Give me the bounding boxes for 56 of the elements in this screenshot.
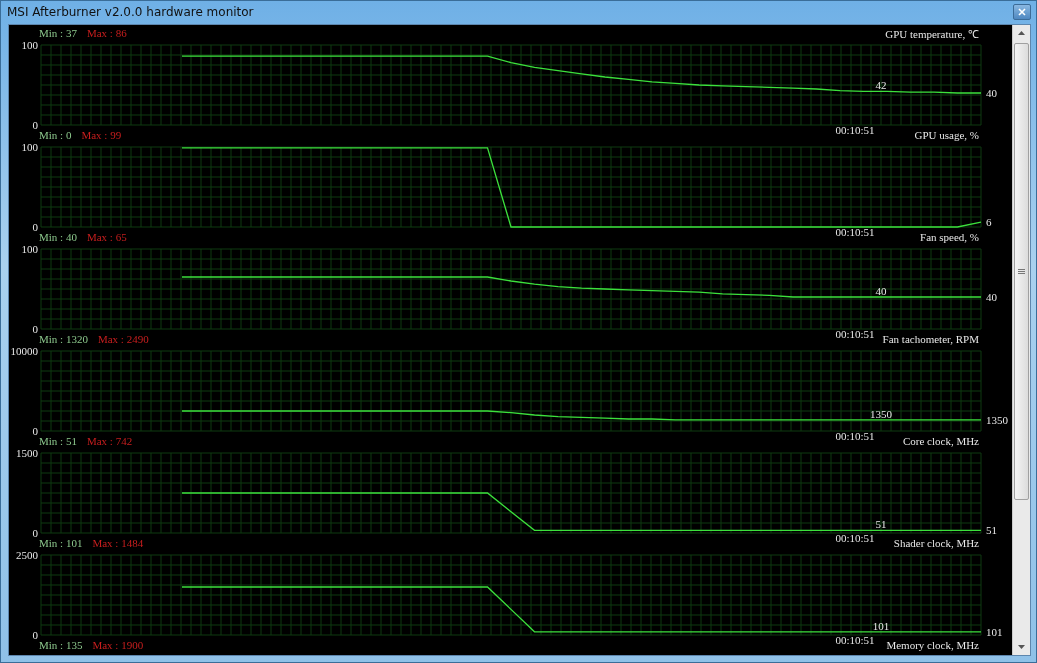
current-value: 101 — [986, 625, 1003, 638]
time-label: 00:10:51 — [835, 430, 875, 442]
scrollbar[interactable] — [1012, 25, 1030, 655]
max-value: Max : 2490 — [97, 333, 149, 345]
max-value: Max : 99 — [81, 129, 122, 141]
max-value: Max : 86 — [86, 27, 127, 39]
axis-label: 0 — [32, 527, 38, 539]
axis-label: 0 — [32, 629, 38, 641]
current-value: 1350 — [986, 413, 1008, 426]
min-value: Min : 40 — [39, 231, 77, 243]
axis-label: 0 — [32, 425, 38, 437]
close-button[interactable] — [1013, 4, 1031, 20]
time-label: 00:10:51 — [835, 124, 875, 136]
grip-icon — [1018, 268, 1025, 275]
value-label: 51 — [875, 518, 887, 531]
graph-title: Core clock, MHz — [902, 435, 979, 447]
graph-title: Shader clock, MHz — [893, 537, 979, 549]
graph-title: Memory clock, MHz — [886, 639, 979, 651]
max-value: Max : 742 — [86, 435, 133, 447]
axis-label: 10000 — [10, 345, 38, 357]
window-title: MSI Afterburner v2.0.0 hardware monitor — [7, 5, 255, 19]
close-icon — [1018, 8, 1026, 16]
min-value: Min : 1320 — [39, 333, 88, 345]
current-value: 40 — [986, 291, 997, 303]
min-value: Min : 37 — [39, 27, 77, 39]
min-value: Min : 101 — [39, 537, 83, 549]
max-value: Max : 65 — [86, 231, 127, 243]
min-value: Min : 51 — [39, 435, 77, 447]
max-value: Max : 1484 — [92, 537, 144, 549]
axis-label: 0 — [32, 119, 38, 131]
max-value: Max : 1900 — [92, 639, 144, 651]
value-label: 101 — [872, 619, 890, 632]
graph-title: Fan tachometer, RPM — [882, 333, 979, 345]
axis-label: 0 — [32, 323, 38, 335]
axis-label: 100 — [21, 243, 38, 255]
time-label: 00:10:51 — [835, 226, 875, 238]
graph-title: GPU temperature, ℃ — [885, 26, 979, 41]
value-label: 42 — [875, 79, 887, 92]
current-value: 40 — [986, 87, 997, 99]
min-value: Min : 0 — [39, 129, 72, 141]
current-value: 6 — [986, 216, 992, 229]
min-value: Min : 135 — [39, 639, 83, 651]
value-label: 1350 — [870, 407, 892, 420]
time-label: 00:10:51 — [835, 328, 875, 340]
axis-label: 100 — [21, 39, 38, 51]
axis-label: 1500 — [16, 447, 38, 459]
axis-label: 100 — [21, 141, 38, 153]
time-label: 00:10:51 — [835, 634, 875, 646]
axis-label: 0 — [32, 221, 38, 233]
value-label: 40 — [875, 285, 887, 297]
scroll-thumb[interactable] — [1014, 43, 1029, 500]
current-value: 51 — [986, 524, 997, 537]
graph-title: GPU usage, % — [914, 129, 979, 141]
graph-title: Fan speed, % — [920, 231, 979, 243]
axis-label: 2500 — [16, 549, 38, 561]
time-label: 00:10:51 — [835, 532, 875, 544]
